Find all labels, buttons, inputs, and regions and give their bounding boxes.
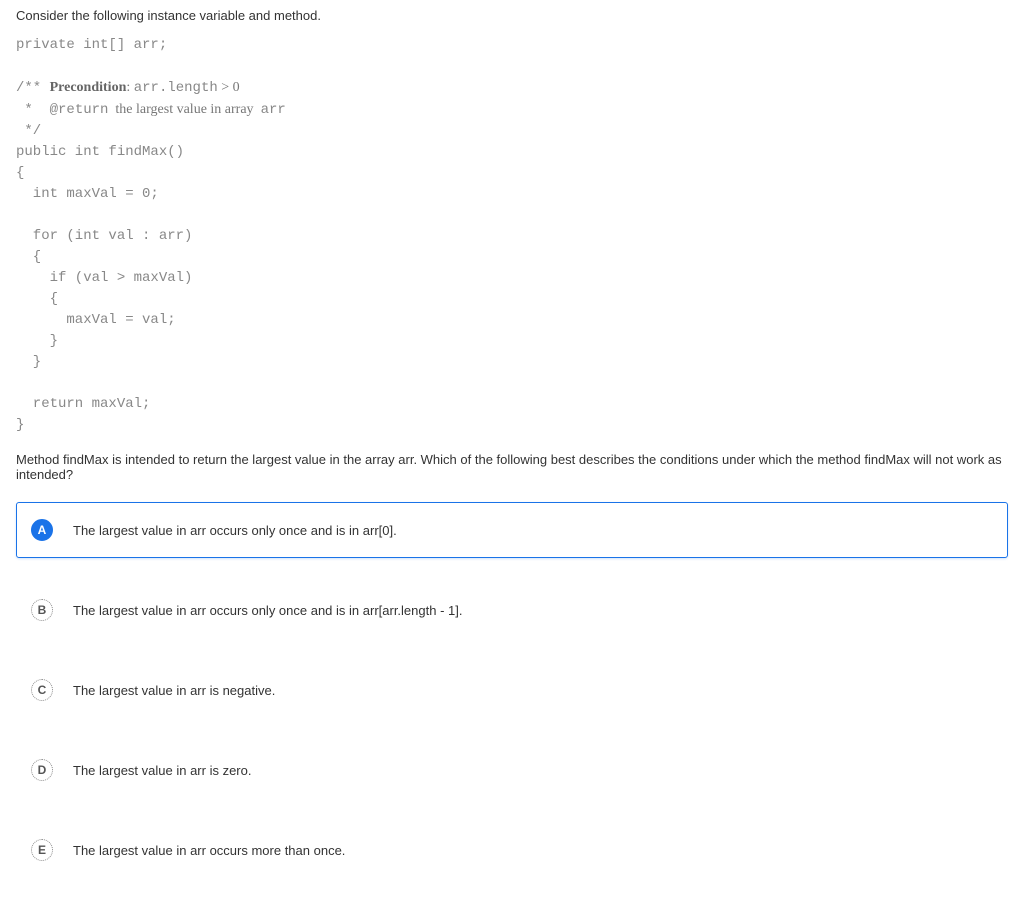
code-line: { xyxy=(16,291,58,307)
option-text-d: The largest value in arr is zero. xyxy=(73,763,251,778)
code-line: { xyxy=(16,165,24,181)
code-line: int maxVal = 0; xyxy=(16,186,159,202)
option-text-b: The largest value in arr occurs only onc… xyxy=(73,603,462,618)
code-line: return maxVal; xyxy=(16,396,150,412)
option-c[interactable]: C The largest value in arr is negative. xyxy=(16,662,1008,718)
option-letter-e: E xyxy=(31,839,53,861)
code-line: maxVal = val; xyxy=(16,312,176,328)
code-text: > 0 xyxy=(218,80,240,95)
code-text: : xyxy=(126,80,133,95)
option-e[interactable]: E The largest value in arr occurs more t… xyxy=(16,822,1008,878)
option-text-c: The largest value in arr is negative. xyxy=(73,683,275,698)
code-line: } xyxy=(16,354,41,370)
option-text-a: The largest value in arr occurs only onc… xyxy=(73,523,397,538)
code-line: public int findMax() xyxy=(16,144,184,160)
code-mono: arr xyxy=(261,102,286,118)
option-letter-b: B xyxy=(31,599,53,621)
code-line: } xyxy=(16,333,58,349)
question-text: Method findMax is intended to return the… xyxy=(16,452,1008,482)
option-a[interactable]: A The largest value in arr occurs only o… xyxy=(16,502,1008,558)
code-mono: arr.length xyxy=(134,80,218,96)
option-b[interactable]: B The largest value in arr occurs only o… xyxy=(16,582,1008,638)
code-line: { xyxy=(16,249,41,265)
code-line: for (int val : arr) xyxy=(16,228,192,244)
code-line: * xyxy=(16,102,50,118)
code-text: the largest value in array xyxy=(108,102,260,117)
code-bold: Precondition xyxy=(50,80,127,95)
option-d[interactable]: D The largest value in arr is zero. xyxy=(16,742,1008,798)
code-mono: @return xyxy=(50,102,109,118)
code-line: private int[] arr; xyxy=(16,37,167,53)
option-letter-a: A xyxy=(31,519,53,541)
option-letter-d: D xyxy=(31,759,53,781)
code-line: if (val > maxVal) xyxy=(16,270,192,286)
code-line: } xyxy=(16,417,24,433)
code-line: */ xyxy=(16,123,41,139)
option-letter-c: C xyxy=(31,679,53,701)
code-block: private int[] arr; /** Precondition: arr… xyxy=(16,35,1008,436)
code-line: /** xyxy=(16,80,50,96)
option-text-e: The largest value in arr occurs more tha… xyxy=(73,843,345,858)
intro-text: Consider the following instance variable… xyxy=(16,8,1008,23)
